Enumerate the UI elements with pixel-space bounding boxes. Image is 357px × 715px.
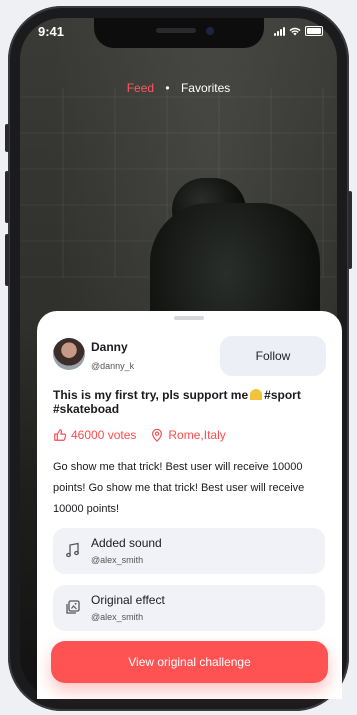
power-button [348,191,352,269]
card-subtitle: @alex_smith [91,612,144,622]
avatar[interactable] [53,338,85,370]
card-subtitle: @alex_smith [91,555,144,565]
post-description: Go show me that trick! Best user will re… [53,461,305,515]
post-title-text: This is my first try, pls support me [53,388,249,402]
signal-icon [274,26,285,36]
tab-favorites[interactable]: Favorites [181,81,230,95]
card-title: Original effect [91,593,165,607]
music-note-icon [66,542,79,558]
mute-switch [5,124,9,152]
votes-count: 46000 votes [71,428,137,442]
effect-icon [66,600,80,614]
thumbs-up-icon [54,429,67,441]
tab-feed[interactable]: Feed [127,81,154,95]
location-pin-icon [152,428,163,442]
post-title: This is my first try, pls support me #spo… [53,388,323,416]
volume-up-button [5,171,9,223]
notch [94,18,264,48]
wifi-icon [289,27,301,35]
location[interactable]: Rome,Italy [150,428,226,442]
tab-separator: • [165,81,170,95]
status-icons [274,26,323,36]
speaker [156,28,196,33]
user-name: Danny [91,340,128,354]
follow-button[interactable]: Follow [220,336,326,376]
volume-down-button [5,234,9,286]
drag-handle[interactable] [174,316,204,320]
user-handle: @danny_k [91,361,135,371]
battery-icon [305,26,323,36]
feed-tabs: Feed • Favorites [0,81,357,95]
view-original-challenge-button[interactable]: View original challenge [51,641,328,683]
yellow-heart-icon [250,389,263,400]
location-text: Rome,Italy [168,428,226,442]
votes[interactable]: 46000 votes [53,428,136,442]
post-meta: 46000 votes Rome,Italy [53,428,226,442]
card-title: Added sound [91,536,162,550]
camera-dot [206,27,214,35]
added-sound-card[interactable]: Added sound @alex_smith [53,528,325,574]
post-sheet: Danny @danny_k Follow This is my first t… [37,311,342,699]
status-time: 9:41 [38,24,65,39]
original-effect-card[interactable]: Original effect @alex_smith [53,585,325,631]
